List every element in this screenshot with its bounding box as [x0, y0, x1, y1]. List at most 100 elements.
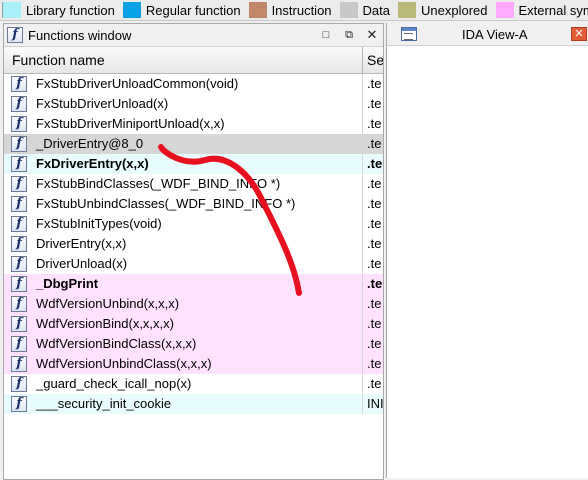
functions-window-titlebar[interactable]: f Functions window □ ⧉ ✕	[4, 24, 383, 47]
function-name: FxStubDriverUnload(x)	[36, 96, 169, 111]
function-row[interactable]: f WdfVersionBind(x,x,x,x) .te	[4, 314, 383, 334]
function-icon: f	[7, 27, 23, 43]
column-separator	[362, 94, 363, 114]
ida-view-titlebar[interactable]: IDA View-A ✕	[387, 23, 588, 46]
legend-item: External sym	[495, 0, 588, 20]
function-row[interactable]: f FxStubInitTypes(void) .te	[4, 214, 383, 234]
function-row[interactable]: f _DriverEntry@8_0 .te	[4, 134, 383, 154]
function-name: _DbgPrint	[36, 276, 99, 291]
column-separator	[362, 174, 363, 194]
function-name: DriverUnload(x)	[36, 256, 128, 271]
close-icon[interactable]: ✕	[364, 27, 380, 43]
function-row[interactable]: f FxStubBindClasses(_WDF_BIND_INFO *) .te	[4, 174, 383, 194]
legend-swatch	[339, 2, 358, 18]
function-icon: f	[11, 236, 27, 252]
function-row[interactable]: f FxStubUnbindClasses(_WDF_BIND_INFO *) .t…	[4, 194, 383, 214]
function-row[interactable]: f FxStubDriverMiniportUnload(x,x) .te	[4, 114, 383, 134]
color-legend-bar: Library function Regular function Instruct…	[0, 0, 588, 21]
column-header-segment[interactable]: Se	[367, 52, 383, 68]
function-row[interactable]: f WdfVersionBindClass(x,x,x) .te	[4, 334, 383, 354]
restore-icon[interactable]: □	[318, 27, 334, 43]
column-divider[interactable]	[362, 47, 363, 73]
function-list: f FxStubDriverUnloadCommon(void) .te f FxStu…	[4, 74, 383, 414]
function-row[interactable]: f FxStubDriverUnload(x) .te	[4, 94, 383, 114]
function-icon: f	[11, 76, 27, 92]
function-name: FxStubUnbindClasses(_WDF_BIND_INFO *)	[36, 196, 296, 211]
function-segment: .te	[367, 336, 382, 351]
function-icon: f	[11, 156, 27, 172]
function-icon: f	[11, 256, 27, 272]
column-separator	[362, 134, 363, 154]
function-name: FxStubDriverUnloadCommon(void)	[36, 76, 239, 91]
legend-label: Regular function	[145, 2, 241, 18]
function-row[interactable]: f FxDriverEntry(x,x) .te	[4, 154, 383, 174]
column-separator	[362, 114, 363, 134]
column-separator	[362, 394, 363, 414]
legend-swatch	[3, 2, 21, 18]
function-name: _guard_check_icall_nop(x)	[36, 376, 192, 391]
function-segment: .te	[367, 136, 382, 151]
function-row[interactable]: f FxStubDriverUnloadCommon(void) .te	[4, 74, 383, 94]
column-separator	[362, 214, 363, 234]
legend-label: Unexplored	[421, 2, 488, 18]
function-icon: f	[11, 296, 27, 312]
function-name: _DriverEntry@8_0	[36, 136, 144, 151]
ida-view-title: IDA View-A	[462, 27, 528, 42]
function-name: FxStubBindClasses(_WDF_BIND_INFO *)	[36, 176, 281, 191]
column-separator	[362, 74, 363, 94]
function-icon: f	[11, 276, 27, 292]
disassembly-view-icon	[401, 27, 417, 41]
column-separator	[362, 254, 363, 274]
function-segment: .te	[367, 176, 382, 191]
legend-item: Library function	[3, 0, 115, 20]
column-separator	[362, 274, 363, 294]
legend-swatch	[122, 2, 141, 18]
column-separator	[362, 334, 363, 354]
legend-label: Instruction	[271, 2, 332, 18]
function-icon: f	[11, 316, 27, 332]
function-row[interactable]: f DriverEntry(x,x) .te	[4, 234, 383, 254]
function-segment: .te	[367, 156, 383, 171]
function-row[interactable]: f DriverUnload(x) .te	[4, 254, 383, 274]
column-separator	[362, 374, 363, 394]
legend-label: External sym	[518, 2, 588, 18]
function-icon: f	[11, 136, 27, 152]
column-separator	[362, 154, 363, 174]
function-segment: .te	[367, 116, 382, 131]
legend-item: Unexplored	[398, 0, 488, 20]
function-row[interactable]: f ___security_init_cookie INI	[4, 394, 383, 414]
column-header: Function name Se	[4, 47, 383, 74]
function-segment: .te	[367, 236, 382, 251]
function-row[interactable]: f _guard_check_icall_nop(x) .te	[4, 374, 383, 394]
function-segment: .te	[367, 76, 382, 91]
function-segment: .te	[367, 256, 382, 271]
function-name: WdfVersionBind(x,x,x,x)	[36, 316, 174, 331]
column-separator	[362, 194, 363, 214]
float-window-icon[interactable]: ⧉	[341, 27, 357, 43]
function-row[interactable]: f _DbgPrint .te	[4, 274, 383, 294]
function-segment: .te	[367, 376, 382, 391]
function-row[interactable]: f WdfVersionUnbind(x,x,x) .te	[4, 294, 383, 314]
function-segment: .te	[367, 216, 382, 231]
function-icon: f	[11, 216, 27, 232]
function-row[interactable]: f WdfVersionUnbindClass(x,x,x) .te	[4, 354, 383, 374]
legend-label: Library function	[26, 2, 115, 18]
functions-window-title: Functions window	[28, 27, 132, 43]
function-name: WdfVersionUnbindClass(x,x,x)	[36, 356, 212, 371]
function-name: FxStubDriverMiniportUnload(x,x)	[36, 116, 225, 131]
legend-item: Instruction	[248, 0, 332, 20]
function-segment: .te	[367, 96, 382, 111]
function-icon: f	[11, 396, 27, 412]
function-name: WdfVersionUnbind(x,x,x)	[36, 296, 180, 311]
column-header-function-name[interactable]: Function name	[12, 52, 105, 68]
legend-item: Data	[339, 0, 390, 20]
close-icon[interactable]: ✕	[571, 27, 587, 41]
function-icon: f	[11, 116, 27, 132]
legend-swatch	[248, 2, 267, 18]
function-segment: .te	[367, 276, 383, 291]
column-separator	[362, 234, 363, 254]
function-name: ___security_init_cookie	[36, 396, 172, 411]
function-icon: f	[11, 196, 27, 212]
legend-item: Regular function	[122, 0, 241, 20]
ida-view-panel: IDA View-A ✕	[386, 23, 588, 478]
